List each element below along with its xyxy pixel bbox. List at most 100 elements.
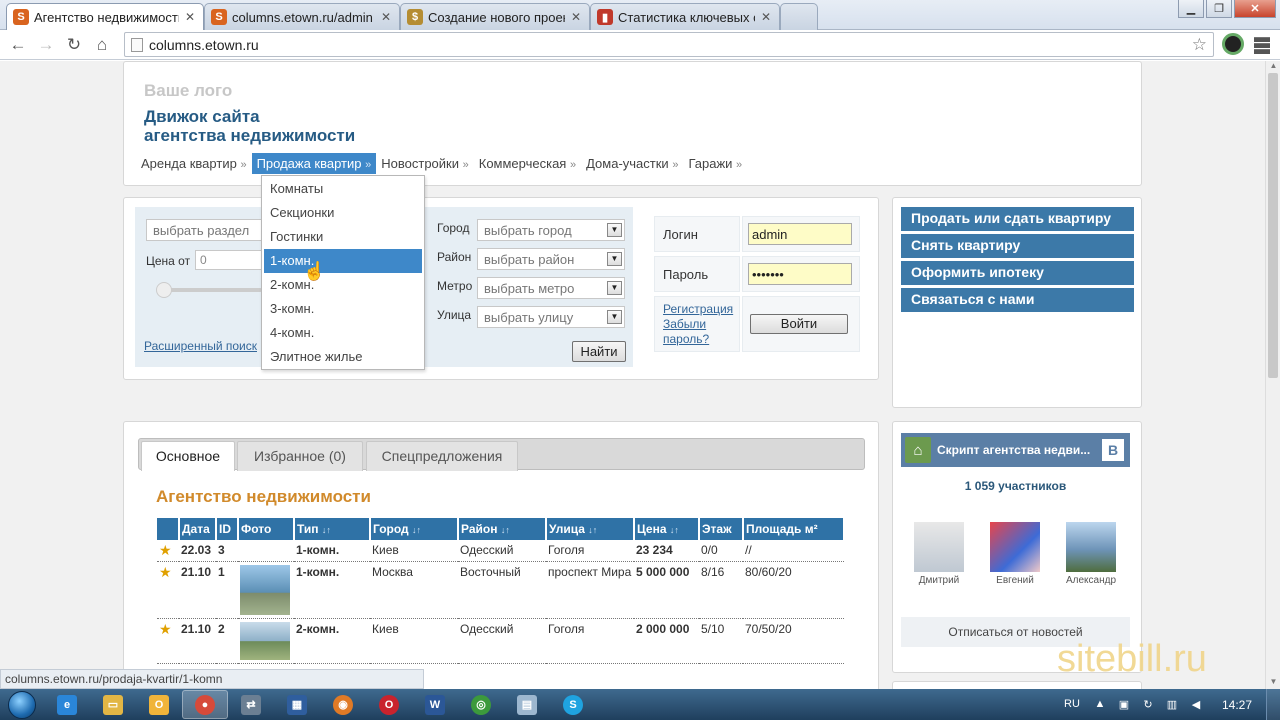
avatar[interactable]	[990, 522, 1040, 572]
price-from-input[interactable]: 0	[195, 250, 265, 270]
tab-main[interactable]: Основное	[141, 441, 235, 471]
reload-icon[interactable]: ↻	[60, 32, 88, 58]
price-slider-track[interactable]	[162, 288, 262, 292]
taskbar-firefox[interactable]: ◉	[320, 690, 366, 719]
sort-icon[interactable]: ↓↑	[670, 525, 679, 535]
nav-item-commercial[interactable]: Коммерческая »	[474, 153, 581, 174]
close-icon[interactable]: ✕	[759, 10, 773, 24]
dropdown-item-2-room[interactable]: 2-комн.	[264, 273, 422, 297]
browser-tab-3[interactable]: $ Создание нового проект ✕	[400, 3, 590, 30]
column-header-district[interactable]: Район ↓↑	[458, 518, 547, 540]
column-header-type[interactable]: Тип ↓↑	[294, 518, 371, 540]
bookmark-star-icon[interactable]: ☆	[1192, 35, 1207, 55]
back-arrow-icon[interactable]: ←	[4, 32, 32, 58]
extension-icon[interactable]	[1222, 33, 1244, 55]
nav-item-sale[interactable]: Продажа квартир »	[251, 152, 377, 174]
district-select[interactable]: выбрать район ▼	[477, 248, 625, 270]
nav-item-new-buildings[interactable]: Новостройки »	[376, 153, 473, 174]
taskbar-outlook[interactable]: O	[136, 690, 182, 719]
nav-item-houses[interactable]: Дома-участки »	[581, 153, 683, 174]
column-header-city[interactable]: Город ↓↑	[370, 518, 459, 540]
cell-type[interactable]: 1-комн.	[294, 561, 370, 619]
tray-expand-icon[interactable]: ▲	[1092, 698, 1108, 712]
register-link[interactable]: Регистрация	[663, 302, 733, 317]
taskbar-notepad[interactable]: ▤	[504, 690, 550, 719]
sort-icon[interactable]: ↓↑	[588, 525, 597, 535]
taskbar-network[interactable]: ⇄	[228, 690, 274, 719]
tab-favorites[interactable]: Избранное (0)	[237, 441, 363, 471]
browser-tab-4[interactable]: ▮ Статистика ключевых сл ✕	[590, 3, 780, 30]
menu-rent-apartment[interactable]: Снять квартиру	[901, 234, 1134, 258]
cell-type[interactable]: 2-комн.	[294, 618, 370, 664]
nav-item-garages[interactable]: Гаражи »	[683, 153, 747, 174]
column-header-street[interactable]: Улица ↓↑	[546, 518, 635, 540]
scroll-up-icon[interactable]: ▲	[1266, 61, 1280, 73]
cell-type[interactable]: 1-комн.	[294, 540, 370, 562]
apartment-photo[interactable]	[240, 622, 290, 660]
start-button[interactable]	[0, 689, 44, 720]
column-header-id[interactable]: ID	[216, 518, 239, 540]
nav-item-rent[interactable]: Аренда квартир »	[136, 153, 252, 174]
vk-member-name[interactable]: Евгений	[980, 575, 1050, 586]
site-title[interactable]: Движок сайта агентства недвижимости	[144, 107, 355, 145]
tray-app-icon[interactable]: ▣	[1116, 698, 1132, 712]
taskbar-app-green[interactable]: ◎	[458, 690, 504, 719]
tab-special-offers[interactable]: Спецпредложения	[366, 441, 518, 471]
taskbar-skype[interactable]: S	[550, 690, 596, 719]
new-tab-button[interactable]	[780, 3, 818, 30]
sort-icon[interactable]: ↓↑	[501, 525, 510, 535]
dropdown-item-1-room[interactable]: 1-комн.	[264, 249, 422, 273]
login-button[interactable]: Войти	[750, 314, 848, 334]
avatar[interactable]	[1066, 522, 1116, 572]
column-header-area[interactable]: Площадь м²	[743, 518, 845, 540]
scroll-down-icon[interactable]: ▼	[1266, 677, 1280, 689]
dropdown-item-3-room[interactable]: 3-комн.	[264, 297, 422, 321]
vk-member-name[interactable]: Дмитрий	[904, 575, 974, 586]
tray-network-icon[interactable]: ▥	[1164, 698, 1180, 712]
metro-select[interactable]: выбрать метро ▼	[477, 277, 625, 299]
minimize-icon[interactable]: ▁	[1178, 0, 1204, 18]
taskbar-explorer[interactable]: ▭	[90, 690, 136, 719]
address-bar[interactable]: columns.etown.ru ☆	[124, 32, 1214, 57]
browser-tab-1[interactable]: S Агентство недвижимости ✕	[6, 3, 204, 30]
price-slider-handle[interactable]	[156, 282, 172, 298]
column-header-price[interactable]: Цена ↓↑	[634, 518, 700, 540]
table-row[interactable]: ★ 21.10 1 1-комн. Москва Восточный просп…	[157, 561, 844, 619]
favorite-star-icon[interactable]: ★	[159, 543, 173, 557]
sort-icon[interactable]: ↓↑	[322, 525, 331, 535]
vertical-scrollbar[interactable]: ▲ ▼	[1265, 61, 1280, 689]
favorite-star-icon[interactable]: ★	[159, 622, 173, 636]
taskbar-clock[interactable]: 14:27	[1208, 698, 1266, 712]
taskbar-opera[interactable]: O	[366, 690, 412, 719]
dropdown-item-4-room[interactable]: 4-комн.	[264, 321, 422, 345]
menu-icon[interactable]: ▬ ▬ ▬	[1254, 30, 1270, 58]
scrollbar-thumb[interactable]	[1268, 73, 1278, 378]
dropdown-item-sections[interactable]: Секционки	[264, 201, 422, 225]
maximize-icon[interactable]: ❐	[1206, 0, 1232, 18]
column-header-floor[interactable]: Этаж	[699, 518, 744, 540]
vk-members-count[interactable]: 1 059 участников	[901, 479, 1130, 493]
browser-tab-2[interactable]: S columns.etown.ru/admin ✕	[204, 3, 400, 30]
volume-icon[interactable]: ◀	[1188, 698, 1204, 712]
table-row[interactable]: ★ 21.10 2 2-комн. Киев Одесский Гоголя 2…	[157, 618, 844, 664]
taskbar-editor[interactable]: ▦	[274, 690, 320, 719]
favorite-star-icon[interactable]: ★	[159, 565, 173, 579]
avatar[interactable]	[914, 522, 964, 572]
table-row[interactable]: ★ 22.03 3 1-комн. Киев Одесский Гоголя 2…	[157, 540, 844, 562]
dropdown-item-elite[interactable]: Элитное жилье	[264, 345, 422, 369]
city-select[interactable]: выбрать город ▼	[477, 219, 625, 241]
close-icon[interactable]: ✕	[183, 10, 197, 24]
forgot-password-link-2[interactable]: пароль?	[663, 332, 709, 347]
close-icon[interactable]: ✕	[569, 10, 583, 24]
window-close-icon[interactable]: ✕	[1234, 0, 1276, 18]
language-indicator[interactable]: RU	[1060, 698, 1084, 712]
column-header-date[interactable]: Дата	[179, 518, 217, 540]
vk-widget-header[interactable]: ⌂ Скрипт агентства недви... B	[901, 433, 1130, 467]
dropdown-item-hostel[interactable]: Гостинки	[264, 225, 422, 249]
sort-icon[interactable]: ↓↑	[412, 525, 421, 535]
section-select[interactable]: выбрать раздел	[146, 219, 266, 241]
menu-sell-rent[interactable]: Продать или сдать квартиру	[901, 207, 1134, 231]
show-desktop-button[interactable]	[1266, 689, 1280, 720]
taskbar-chrome[interactable]: ●	[182, 690, 228, 719]
tray-sync-icon[interactable]: ↻	[1140, 698, 1156, 712]
